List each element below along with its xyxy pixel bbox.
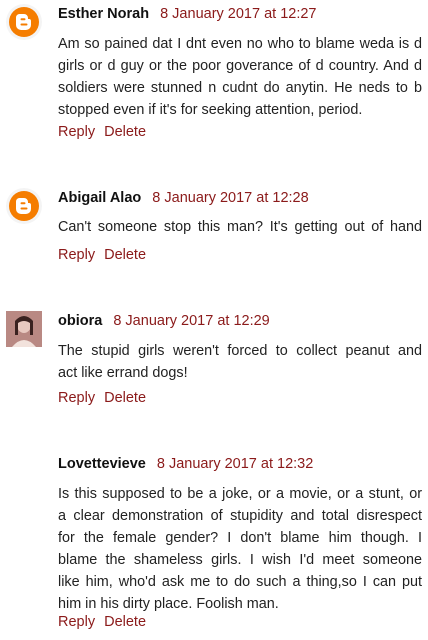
blogger-logo-icon[interactable] [6,4,42,40]
comment-line: like him, who'd ask me to do such a thin… [58,574,422,590]
comment-timestamp[interactable]: 8 January 2017 at 12:32 [157,456,313,472]
delete-link[interactable]: Delete [104,247,146,263]
delete-link[interactable]: Delete [104,390,146,406]
user-avatar-photo[interactable] [6,311,42,347]
comment-line: girls or d guy or the poor goverance of … [58,58,422,74]
comment-header: Esther Norah 8 January 2017 at 12:27 [58,6,317,22]
comment-author[interactable]: Esther Norah [58,6,149,22]
comment-header: Lovettevieve 8 January 2017 at 12:32 [58,456,313,472]
comment-body: Am so pained dat I dnt even no who to bl… [58,33,422,121]
blogger-logo-icon[interactable] [6,188,42,224]
comment-line: Can't someone stop this man? It's gettin… [58,219,422,235]
comment-line: act like errand dogs! [58,365,188,381]
comment-line: soldiers were stunned n cudnt do anytin.… [58,80,422,96]
comment-line: stopped even if it's for seeking attenti… [58,102,363,118]
comment-header: obiora 8 January 2017 at 12:29 [58,313,270,329]
comment-author[interactable]: Abigail Alao [58,190,141,206]
delete-link[interactable]: Delete [104,614,146,630]
reply-link[interactable]: Reply [58,614,95,630]
comment-line: The stupid girls weren't forced to colle… [58,343,422,359]
comment-body: The stupid girls weren't forced to colle… [58,340,422,384]
comment-line: Is this supposed to be a joke, or a movi… [58,486,422,502]
comment-header: Abigail Alao 8 January 2017 at 12:28 [58,190,309,206]
comment-actions: Reply Delete [58,247,146,263]
comment-author[interactable]: Lovettevieve [58,456,146,472]
comment-actions: Reply Delete [58,390,146,406]
comment-actions: Reply Delete [58,124,146,140]
comment-line: blame the shameless girls. I wish I'd me… [58,552,422,568]
comment-line: a clear demonstration of stupidity and t… [58,508,422,524]
reply-link[interactable]: Reply [58,124,95,140]
comment-actions: Reply Delete [58,614,146,630]
comment-body: Can't someone stop this man? It's gettin… [58,216,422,238]
comment-body: Is this supposed to be a joke, or a movi… [58,483,422,615]
comment-line: for the female gender? I don't blame him… [58,530,422,546]
comment-timestamp[interactable]: 8 January 2017 at 12:29 [113,313,269,329]
reply-link[interactable]: Reply [58,247,95,263]
reply-link[interactable]: Reply [58,390,95,406]
comment-line: Am so pained dat I dnt even no who to bl… [58,36,422,52]
comment-timestamp[interactable]: 8 January 2017 at 12:28 [152,190,308,206]
delete-link[interactable]: Delete [104,124,146,140]
comment-timestamp[interactable]: 8 January 2017 at 12:27 [160,6,316,22]
comment-author[interactable]: obiora [58,313,102,329]
comment-line: him in his dirty place. Foolish man. [58,596,279,612]
